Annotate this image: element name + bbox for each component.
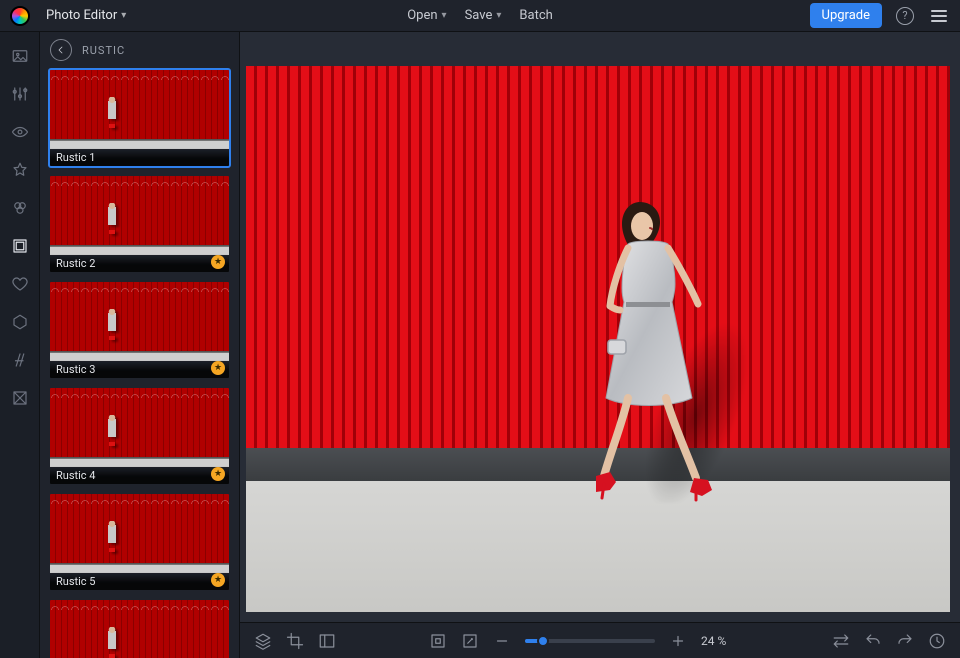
app-title: Photo Editor bbox=[46, 8, 117, 23]
open-menu[interactable]: Open ▾ bbox=[407, 8, 446, 23]
top-toolbar: Photo Editor ▾ Open ▾ Save ▾ Batch Upgra… bbox=[0, 0, 960, 32]
open-label: Open bbox=[407, 8, 437, 23]
frame-tool-icon[interactable] bbox=[10, 236, 30, 256]
shape-tool-icon[interactable] bbox=[10, 312, 30, 332]
filter-thumb-label: Rustic 5 bbox=[50, 572, 229, 590]
upgrade-label: Upgrade bbox=[822, 8, 870, 23]
filter-panel: RUSTIC Rustic 1Rustic 2★Rustic 3★Rustic … bbox=[40, 32, 240, 658]
help-button[interactable]: ? bbox=[894, 5, 916, 27]
filter-thumb[interactable]: Rustic 6★ bbox=[48, 598, 231, 658]
compare-icon[interactable] bbox=[832, 632, 850, 650]
top-center-group: Open ▾ Save ▾ Batch bbox=[407, 8, 553, 23]
photo-figure bbox=[570, 184, 730, 514]
filter-thumb[interactable]: Rustic 3★ bbox=[48, 280, 231, 380]
help-icon: ? bbox=[896, 7, 914, 25]
zoom-slider-knob[interactable] bbox=[537, 635, 549, 647]
zoom-percent-label: 24 % bbox=[701, 634, 739, 648]
filter-thumb-art bbox=[50, 600, 229, 658]
chevron-down-icon: ▾ bbox=[442, 10, 447, 21]
bottom-right-group bbox=[832, 632, 946, 650]
sliders-tool-icon[interactable] bbox=[10, 84, 30, 104]
crop-icon[interactable] bbox=[286, 632, 304, 650]
image-tool-icon[interactable] bbox=[10, 46, 30, 66]
bottom-left-group bbox=[254, 632, 336, 650]
filter-thumb-label: Rustic 2 bbox=[50, 254, 229, 272]
premium-star-icon: ★ bbox=[211, 255, 225, 269]
fit-screen-icon[interactable] bbox=[429, 632, 447, 650]
zoom-slider[interactable] bbox=[525, 639, 655, 643]
chevron-down-icon: ▾ bbox=[121, 10, 126, 21]
app-logo bbox=[10, 6, 30, 26]
texture-tool-icon[interactable] bbox=[10, 388, 30, 408]
bottom-center-group: 24 % bbox=[429, 632, 739, 650]
panel-toggle-icon[interactable] bbox=[318, 632, 336, 650]
save-label: Save bbox=[465, 8, 493, 23]
top-right-group: Upgrade ? bbox=[810, 3, 950, 28]
chevron-down-icon: ▾ bbox=[496, 10, 501, 21]
workspace: RUSTIC Rustic 1Rustic 2★Rustic 3★Rustic … bbox=[0, 32, 960, 658]
filter-category-label: RUSTIC bbox=[82, 44, 125, 57]
image-canvas[interactable] bbox=[246, 66, 950, 612]
batch-button[interactable]: Batch bbox=[519, 8, 552, 23]
bottom-toolbar: 24 % bbox=[240, 622, 960, 658]
batch-label: Batch bbox=[519, 8, 552, 23]
filter-panel-header: RUSTIC bbox=[40, 32, 239, 68]
upgrade-button[interactable]: Upgrade bbox=[810, 3, 882, 28]
filter-thumb-label: Rustic 3 bbox=[50, 360, 229, 378]
save-menu[interactable]: Save ▾ bbox=[465, 8, 502, 23]
premium-star-icon: ★ bbox=[211, 361, 225, 375]
main-menu-button[interactable] bbox=[928, 5, 950, 27]
filter-thumb[interactable]: Rustic 1 bbox=[48, 68, 231, 168]
effects-tool-icon[interactable] bbox=[10, 198, 30, 218]
undo-button[interactable] bbox=[864, 632, 882, 650]
filter-thumb-label: Rustic 1 bbox=[50, 148, 229, 166]
zoom-in-button[interactable] bbox=[669, 632, 687, 650]
zoom-out-button[interactable] bbox=[493, 632, 511, 650]
text-tool-icon[interactable] bbox=[10, 350, 30, 370]
premium-star-icon: ★ bbox=[211, 573, 225, 587]
hamburger-icon bbox=[931, 10, 947, 22]
arrow-left-icon bbox=[55, 44, 67, 56]
filter-thumb[interactable]: Rustic 5★ bbox=[48, 492, 231, 592]
filter-thumb[interactable]: Rustic 2★ bbox=[48, 174, 231, 274]
actual-size-icon[interactable] bbox=[461, 632, 479, 650]
redo-button[interactable] bbox=[896, 632, 914, 650]
filter-thumb[interactable]: Rustic 4★ bbox=[48, 386, 231, 486]
back-button[interactable] bbox=[50, 39, 72, 61]
canvas-area: 24 % bbox=[240, 32, 960, 658]
app-mode-dropdown[interactable]: Photo Editor ▾ bbox=[40, 4, 132, 27]
star-tool-icon[interactable] bbox=[10, 160, 30, 180]
photo-preview bbox=[246, 66, 950, 612]
visibility-tool-icon[interactable] bbox=[10, 122, 30, 142]
filter-thumb-label: Rustic 4 bbox=[50, 466, 229, 484]
history-button[interactable] bbox=[928, 632, 946, 650]
tool-rail bbox=[0, 32, 40, 658]
heart-tool-icon[interactable] bbox=[10, 274, 30, 294]
layers-icon[interactable] bbox=[254, 632, 272, 650]
filter-thumbnail-list[interactable]: Rustic 1Rustic 2★Rustic 3★Rustic 4★Rusti… bbox=[40, 68, 239, 658]
premium-star-icon: ★ bbox=[211, 467, 225, 481]
